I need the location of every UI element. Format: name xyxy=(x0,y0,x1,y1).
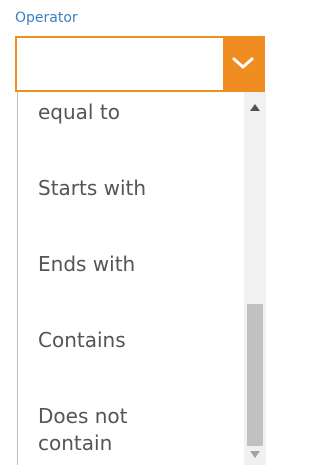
arrow-down-icon xyxy=(250,451,260,458)
option-contains[interactable]: Contains xyxy=(18,302,244,378)
chevron-down-icon xyxy=(232,57,254,69)
operator-select[interactable] xyxy=(15,36,265,92)
dropdown-toggle-button[interactable] xyxy=(223,38,263,90)
scroll-down-button[interactable] xyxy=(244,445,266,465)
options-viewport: equal to Starts with Ends with Contains … xyxy=(18,92,244,465)
arrow-up-icon xyxy=(250,104,260,111)
scroll-up-button[interactable] xyxy=(244,98,266,118)
scrollbar[interactable] xyxy=(244,92,266,465)
option-label: Contains xyxy=(38,327,126,352)
option-label: Ends with xyxy=(38,251,136,276)
operator-dropdown-list: equal to Starts with Ends with Contains … xyxy=(17,92,266,465)
option-starts-with[interactable]: Starts with xyxy=(18,150,244,226)
option-label: Does not contain xyxy=(38,404,128,455)
option-ends-with[interactable]: Ends with xyxy=(18,226,244,302)
option-equal-to[interactable]: equal to xyxy=(18,92,244,150)
option-does-not-contain[interactable]: Does not contain xyxy=(18,378,244,465)
scrollbar-thumb[interactable] xyxy=(247,304,263,446)
option-label: equal to xyxy=(38,99,120,124)
option-label: Starts with xyxy=(38,175,147,200)
operator-label: Operator xyxy=(15,10,78,26)
